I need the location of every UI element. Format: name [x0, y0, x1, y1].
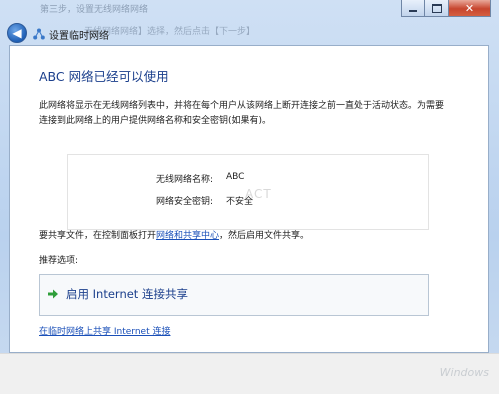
- network-info-box: 无线网络名称: ABC 网络安全密钥: 不安全 ACT: [67, 154, 429, 230]
- share-internet-link[interactable]: 在临时网络上共享 Internet 连接: [39, 324, 170, 337]
- maximize-button[interactable]: [425, 0, 449, 17]
- security-key-label: 网络安全密钥:: [156, 197, 214, 207]
- title-bar[interactable]: 第三步，设置无线网络网络 ✕: [0, 0, 499, 20]
- maximize-icon: [431, 3, 442, 13]
- content-panel: ABC 网络已经可以使用 此网络将显示在无线网络列表中，并将在每个用户从该网络上…: [9, 45, 489, 353]
- share-prefix: 要共享文件，在控制面板打开: [39, 231, 157, 241]
- watermark-text: ACT: [245, 187, 272, 201]
- footer-area: Windows: [0, 353, 499, 394]
- back-arrow-icon: ◀: [12, 25, 22, 40]
- page-heading: ABC 网络已经可以使用: [39, 69, 169, 84]
- network-name-label: 无线网络名称:: [156, 175, 214, 185]
- enable-ics-label: 启用 Internet 连接共享: [66, 287, 188, 301]
- window-controls: ✕: [401, 0, 491, 17]
- share-suffix: ，然后启用文件共享。: [219, 231, 310, 241]
- adhoc-network-icon: [33, 28, 45, 40]
- enable-ics-command-link[interactable]: 启用 Internet 连接共享: [39, 274, 429, 316]
- wizard-title: 设置临时网络: [49, 31, 109, 42]
- description-text: 此网络将显示在无线网络列表中，并将在每个用户从该网络上断开连接之前一直处于活动状…: [39, 101, 445, 126]
- window-frame: 第三步，设置无线网络网络 ✕ 无线网络网络】选择，然后点击【下一步】 ◀ 设置临…: [0, 0, 499, 394]
- wizard-nav: ◀ 设置临时网络: [0, 20, 499, 44]
- close-icon: ✕: [464, 1, 475, 15]
- green-arrow-icon: [48, 289, 58, 299]
- minimize-button[interactable]: [401, 0, 425, 17]
- title-overlay-text: 第三步，设置无线网络网络: [40, 5, 149, 15]
- back-button[interactable]: ◀: [7, 23, 27, 43]
- network-sharing-center-link[interactable]: 网络和共享中心: [156, 231, 219, 241]
- recommended-options-label: 推荐选项:: [39, 256, 79, 266]
- footer-watermark: Windows: [439, 366, 489, 379]
- file-sharing-text: 要共享文件，在控制面板打开网络和共享中心，然后启用文件共享。: [39, 228, 309, 241]
- network-name-value: ABC: [226, 172, 245, 182]
- close-button[interactable]: ✕: [449, 0, 491, 17]
- minimize-icon: [409, 10, 417, 12]
